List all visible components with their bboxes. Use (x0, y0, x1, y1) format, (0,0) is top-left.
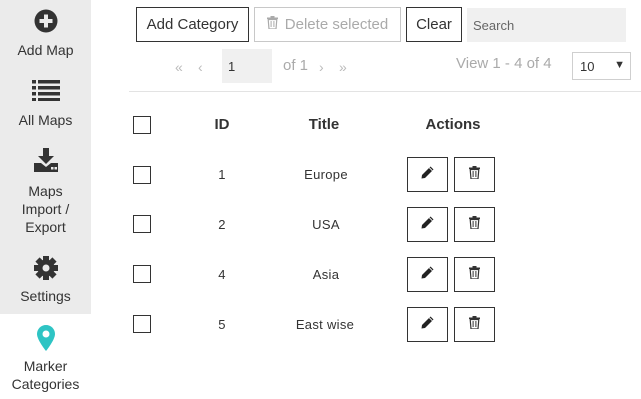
row-checkbox[interactable] (133, 265, 151, 283)
edit-button[interactable] (407, 157, 448, 192)
row-title: Europe (304, 167, 348, 182)
clear-button[interactable]: Clear (406, 7, 462, 42)
download-icon (0, 148, 91, 172)
row-id: 2 (218, 217, 226, 232)
app: Add Map All Maps Maps Import / Export Se… (0, 0, 641, 399)
delete-button[interactable] (454, 307, 495, 342)
add-category-button[interactable]: Add Category (136, 7, 249, 42)
search-input[interactable] (467, 8, 626, 42)
pencil-icon (421, 266, 434, 284)
prev-page-icon[interactable]: ‹ (198, 58, 203, 76)
delete-button[interactable] (454, 207, 495, 242)
delete-button[interactable] (454, 257, 495, 292)
sidebar-item-label: Settings (20, 288, 71, 304)
add-category-label: Add Category (146, 16, 239, 33)
delete-selected-button[interactable]: Delete selected (254, 7, 401, 42)
page-number-input[interactable] (222, 49, 272, 83)
column-header-title: Title (308, 116, 340, 133)
sidebar-item-import-export[interactable]: Maps Import / Export (0, 140, 91, 246)
sidebar-item-label: Add Map (17, 42, 74, 58)
pencil-icon (421, 166, 434, 184)
row-checkbox[interactable] (133, 315, 151, 333)
trash-icon (469, 215, 480, 234)
page-count-text: of 1 (283, 57, 309, 74)
caret-down-icon: ▼ (614, 59, 625, 71)
sidebar: Add Map All Maps Maps Import / Export Se… (0, 0, 91, 399)
clear-label: Clear (416, 16, 452, 33)
first-page-icon[interactable]: « (175, 58, 183, 76)
column-header-actions: Actions (425, 116, 481, 133)
pencil-icon (421, 316, 434, 334)
divider (129, 91, 641, 92)
trash-icon (266, 16, 278, 33)
list-icon (0, 79, 91, 101)
edit-button[interactable] (407, 257, 448, 292)
sidebar-item-marker-categories[interactable]: Marker Categories (0, 314, 91, 399)
select-all-checkbox[interactable] (133, 116, 151, 134)
gear-icon (0, 256, 91, 280)
page-size-select[interactable]: 10 ▼ (572, 52, 631, 80)
trash-icon (469, 265, 480, 284)
row-title: Asia (312, 267, 340, 282)
trash-icon (469, 165, 480, 184)
sidebar-item-add-map[interactable]: Add Map (0, 0, 91, 70)
delete-button[interactable] (454, 157, 495, 192)
trash-icon (469, 315, 480, 334)
row-id: 5 (218, 317, 226, 332)
sidebar-item-label: Marker Categories (11, 358, 80, 392)
sidebar-item-label: Maps Import / Export (21, 183, 70, 235)
row-title: USA (312, 217, 340, 232)
page-size-value: 10 (580, 58, 595, 74)
next-page-icon[interactable]: › (319, 58, 324, 76)
view-range-text: View 1 - 4 of 4 (456, 55, 552, 72)
row-checkbox[interactable] (133, 166, 151, 184)
map-marker-icon (0, 325, 91, 351)
sidebar-item-settings[interactable]: Settings (0, 246, 91, 314)
sidebar-item-all-maps[interactable]: All Maps (0, 70, 91, 140)
pencil-icon (421, 216, 434, 234)
row-title: East wise (295, 317, 355, 332)
column-header-id: ID (214, 116, 230, 133)
edit-button[interactable] (407, 207, 448, 242)
sidebar-item-label: All Maps (18, 112, 73, 128)
row-checkbox[interactable] (133, 215, 151, 233)
edit-button[interactable] (407, 307, 448, 342)
plus-circle-icon (0, 9, 91, 33)
delete-selected-label: Delete selected (284, 16, 389, 33)
row-id: 1 (218, 167, 226, 182)
last-page-icon[interactable]: » (339, 58, 347, 76)
row-id: 4 (218, 267, 226, 282)
